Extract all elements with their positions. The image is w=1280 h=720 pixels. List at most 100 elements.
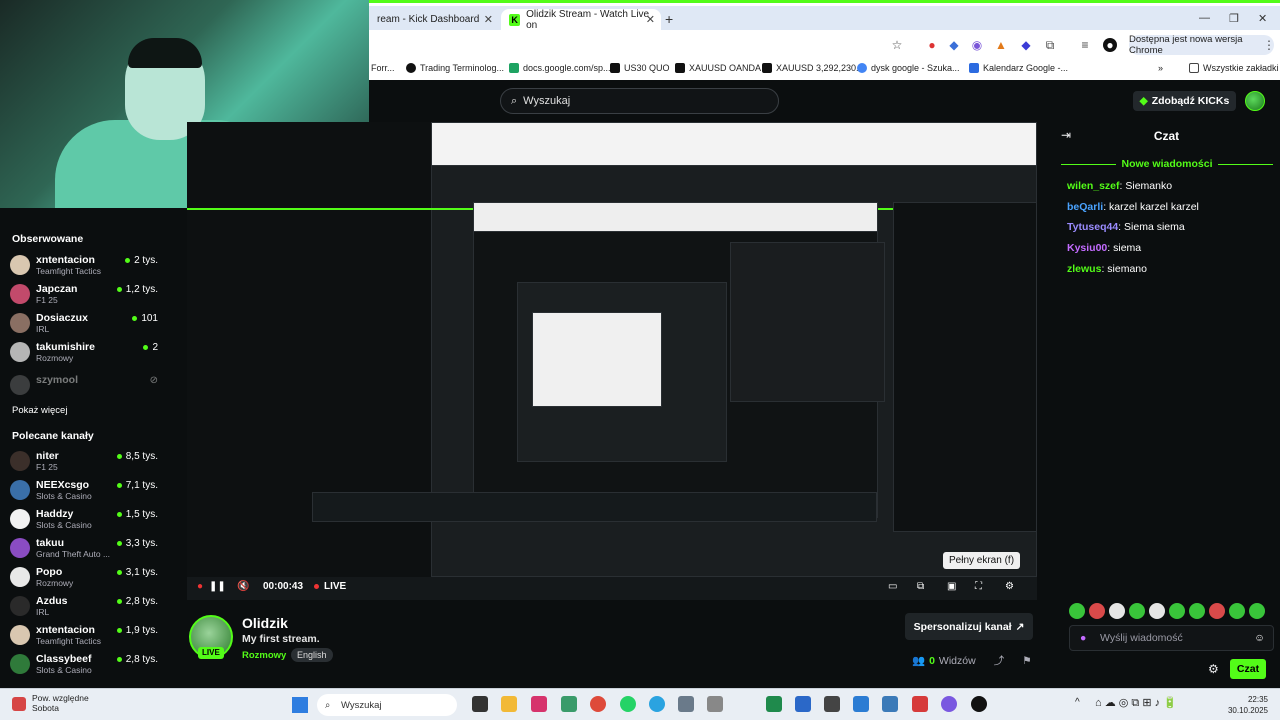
app-icon[interactable] [561,696,577,712]
extension-icon[interactable]: ◉ [970,38,984,52]
close-window-icon[interactable]: ✕ [1258,12,1267,25]
emote-icon[interactable] [1209,603,1225,619]
whatsapp-icon[interactable] [620,696,636,712]
emoji-icon[interactable]: ☺ [1254,632,1265,644]
streamer-name[interactable]: Olidzik [242,615,288,631]
sidebar-item-takumishire[interactable]: takumishire Rozmowy 2 [10,340,160,366]
share-icon[interactable]: ⤴ [994,653,1005,668]
sidebar-item-niter[interactable]: niter F1 25 8,5 tys. [10,449,160,475]
weather-widget[interactable]: Pow. względne Sobota [32,693,89,713]
tab-olidzik-stream[interactable]: K Olidzik Stream - Watch Live on ✕ [501,9,661,31]
emote-icon[interactable] [1129,603,1145,619]
word-icon[interactable] [853,696,869,712]
settings-icon[interactable]: ⚙ [1005,581,1014,592]
app-icon[interactable] [678,696,694,712]
app-icon[interactable] [912,696,928,712]
bookmark-item[interactable]: XAUUSD OANDA [675,63,761,73]
sidebar-item-szymool[interactable]: szymool ⊘ [10,373,160,399]
discord-icon[interactable] [941,696,957,712]
translate-icon[interactable]: ◆ [947,38,961,52]
chat-username[interactable]: Kysiu00 [1067,242,1107,254]
pause-icon[interactable]: ❚❚ [209,581,226,592]
close-icon[interactable]: ✕ [646,13,655,26]
mute-icon[interactable]: 🔇 [237,581,249,592]
app-icon[interactable] [882,696,898,712]
tray-chevron-icon[interactable]: ^ [1075,697,1080,708]
profile-icon[interactable]: ● [1103,38,1117,52]
excel-icon[interactable] [766,696,782,712]
settings-icon[interactable] [707,696,723,712]
stream-category[interactable]: Rozmowy [242,650,286,661]
reading-list-icon[interactable]: ≡ [1078,38,1092,52]
emote-icon[interactable] [1249,603,1265,619]
new-tab-icon[interactable]: + [665,11,673,27]
chat-input[interactable]: ● Wyślij wiadomość ☺ [1069,625,1274,651]
bookmark-item[interactable]: dysk google - Szuka... [857,63,960,73]
windows-start-icon[interactable] [292,697,308,713]
send-chat-button[interactable]: Czat [1230,659,1266,679]
extension-icon[interactable]: ● [925,38,939,52]
emote-icon[interactable] [1229,603,1245,619]
emote-icon[interactable] [1149,603,1165,619]
cinema-icon[interactable]: ▣ [947,581,956,592]
bookmark-item[interactable]: Trading Terminolog... [406,63,504,73]
star-icon[interactable]: ☆ [890,38,904,52]
all-bookmarks[interactable]: Wszystkie zakładki [1189,63,1279,73]
clock[interactable]: 22:35 30.10.2025 [1228,694,1268,716]
chat-username[interactable]: wilen_szef [1067,180,1120,192]
emote-icon[interactable] [1169,603,1185,619]
fullscreen-icon[interactable]: ⛶ [975,581,982,592]
file-explorer-icon[interactable] [501,696,517,712]
search-input[interactable]: ⌕ Wyszukaj [500,88,779,114]
theater-icon[interactable]: ▭ [888,581,897,592]
emote-icon[interactable] [1189,603,1205,619]
extension-icon[interactable]: ◆ [1019,38,1033,52]
maximize-icon[interactable]: ❐ [1229,12,1239,25]
sidebar-item-haddzy[interactable]: Haddzy Slots & Casino 1,5 tys. [10,507,160,533]
emote-icon[interactable] [1089,603,1105,619]
chrome-icon[interactable] [590,696,606,712]
close-icon[interactable]: ✕ [484,13,493,26]
emote-icon[interactable] [1109,603,1125,619]
chat-username[interactable]: beQarli [1067,201,1103,213]
chat-username[interactable]: zlewus [1067,263,1101,275]
app-icon[interactable] [795,696,811,712]
video-player[interactable]: ● ❚❚ 🔇 00:00:43 LIVE ▭ ⧉ ▣ ⛶ ⚙ Pełny ekr… [187,122,1037,600]
sidebar-item-xntentacion[interactable]: xntentacion Teamfight Tactics 2 tys. [10,253,160,279]
obs-icon[interactable] [971,696,987,712]
chat-settings-icon[interactable]: ⚙ [1208,662,1219,676]
pip-icon[interactable]: ⧉ [917,581,924,592]
taskbar-search[interactable]: ⌕ Wyszukaj [317,694,457,716]
user-avatar[interactable] [1245,91,1265,111]
metamask-icon[interactable]: ▲ [994,38,1008,52]
show-more-link[interactable]: Pokaż więcej [12,405,67,416]
sidebar-item-neexcsgo[interactable]: NEEXcsgo Slots & Casino 7,1 tys. [10,478,160,504]
sidebar-item-classybeef[interactable]: Classybeef Slots & Casino 2,8 tys. [10,652,160,678]
sidebar-item-takuu[interactable]: takuu Grand Theft Auto ... 3,3 tys. [10,536,160,562]
sidebar-item-japczan[interactable]: Japczan F1 25 1,2 tys. [10,282,160,308]
language-tag[interactable]: English [291,648,333,662]
app-icon[interactable] [824,696,840,712]
microphone-icon[interactable]: ● [1080,632,1086,644]
update-chrome-button[interactable]: Dostępna jest nowa wersja Chrome [1129,34,1274,56]
telegram-icon[interactable] [649,696,665,712]
bookmark-item[interactable]: US30 QUO [610,63,670,73]
sidebar-item-popo[interactable]: Popo Rozmowy 3,1 tys. [10,565,160,591]
minimize-icon[interactable]: — [1199,12,1210,24]
puzzle-icon[interactable]: ⧉ [1043,38,1057,52]
sidebar-item-azdus[interactable]: Azdus IRL 2,8 tys. [10,594,160,620]
chat-username[interactable]: Tytuseq44 [1067,221,1118,233]
task-view-icon[interactable] [472,696,488,712]
bookmark-item[interactable]: XAUUSD 3,292,230... [762,63,864,73]
bookmark-item[interactable]: Kalendarz Google -... [969,63,1068,73]
emote-icon[interactable] [1069,603,1085,619]
sidebar-item-xntentacion-rec[interactable]: xntentacion Teamfight Tactics 1,9 tys. [10,623,160,649]
bookmark-item[interactable]: Forr... [371,63,395,73]
more-menu-icon[interactable]: ⋮ [1262,38,1276,52]
tray-icons[interactable]: ⌂ ☁ ◎ ⧉ ⊞ ♪ 🔋 [1095,696,1177,710]
mod-icon[interactable]: ⚑ [1022,655,1031,667]
app-icon[interactable] [531,696,547,712]
get-kicks-button[interactable]: ◆ Zdobądź KICKs [1133,91,1236,111]
bookmark-item[interactable]: docs.google.com/sp... [509,63,611,73]
chevron-right-icon[interactable]: » [1158,63,1163,73]
